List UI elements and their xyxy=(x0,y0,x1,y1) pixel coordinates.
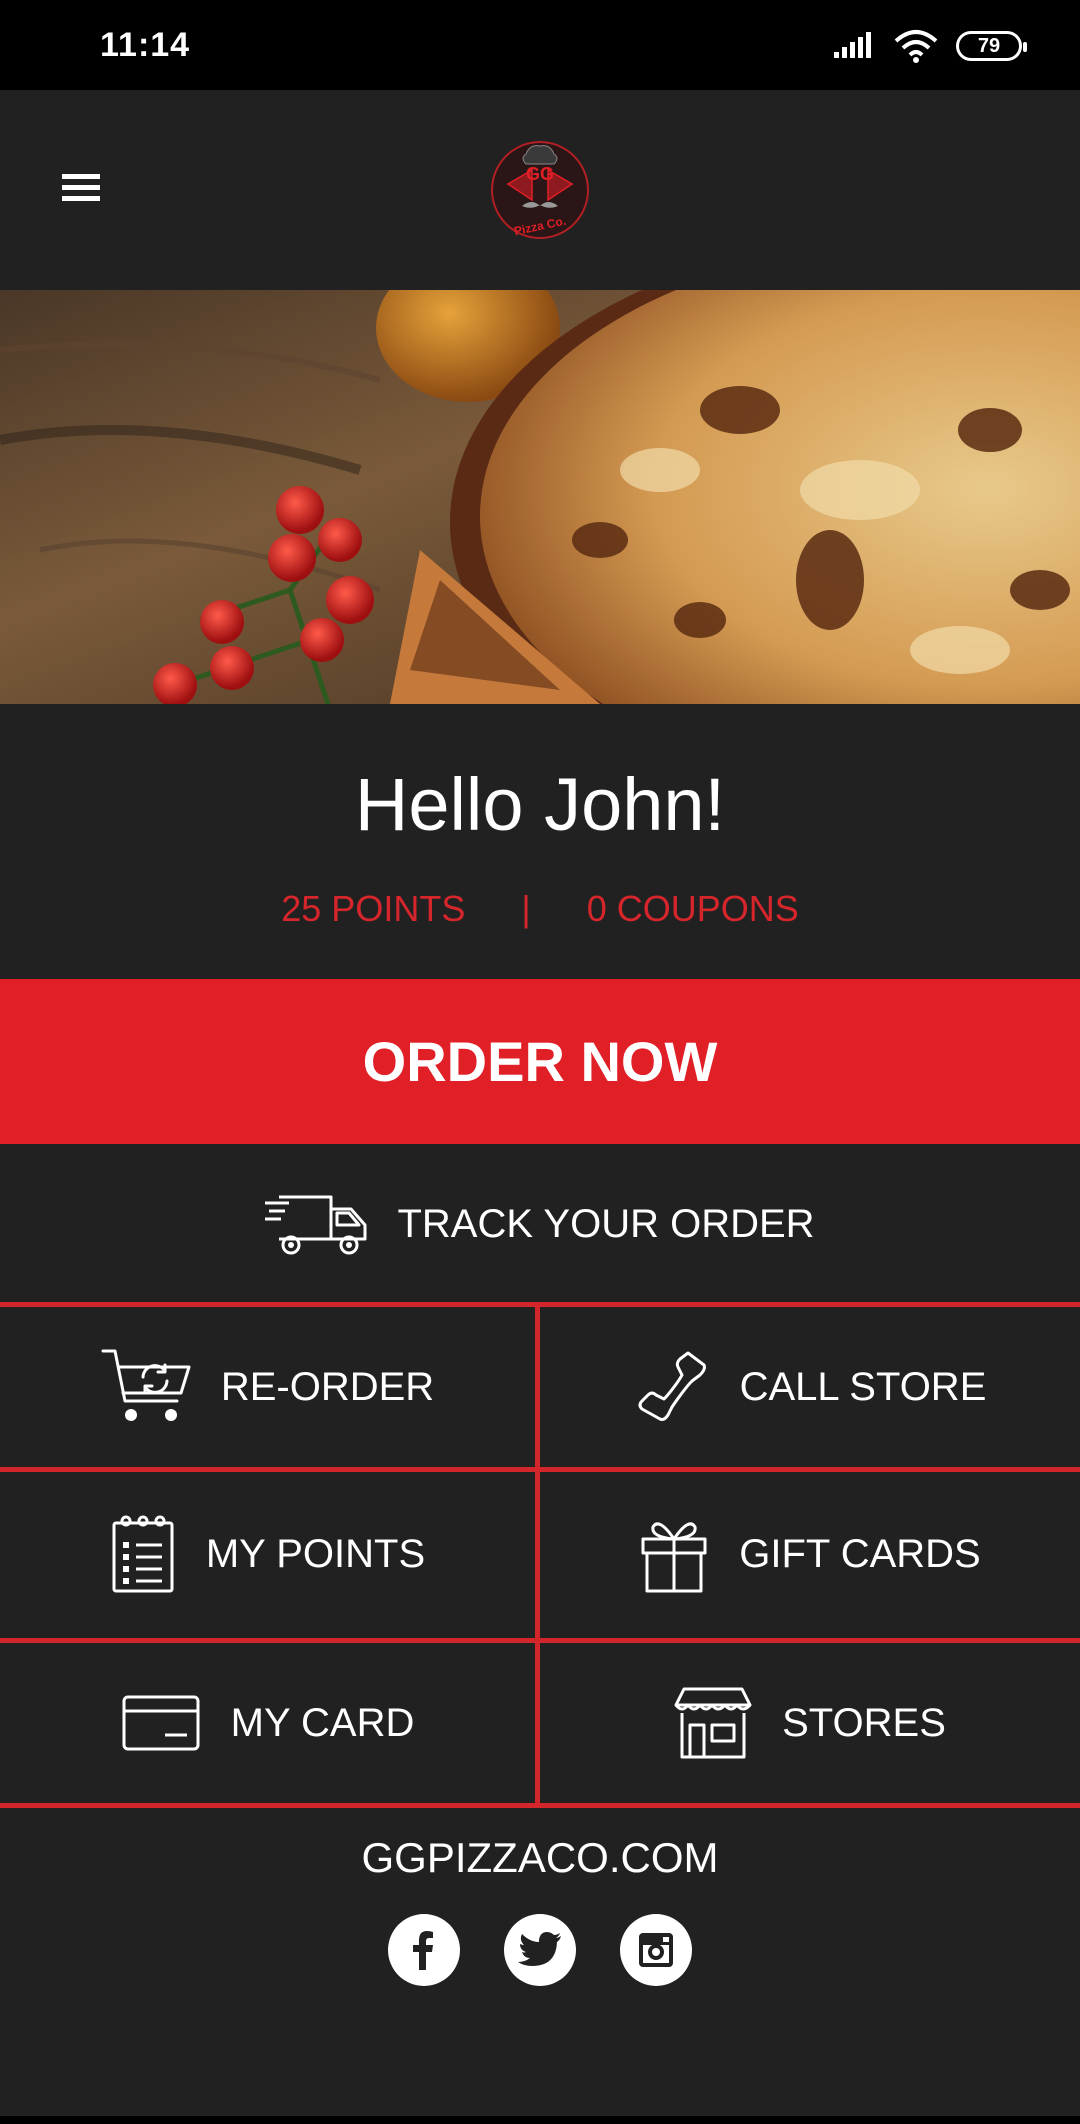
my-points-button[interactable]: MY POINTS xyxy=(0,1474,535,1634)
my-card-button[interactable]: MY CARD xyxy=(0,1643,535,1803)
greeting-title: Hello John! xyxy=(354,763,726,846)
gift-cards-button[interactable]: GIFT CARDS xyxy=(540,1474,1080,1634)
delivery-truck-icon xyxy=(265,1195,367,1255)
actions-grid: RE-ORDER CALL STORE MY POINTS GIFT CARDS… xyxy=(0,1302,1080,1808)
social-links xyxy=(0,1914,1080,1986)
track-order-label: TRACK YOUR ORDER xyxy=(397,1201,815,1246)
notepad-list-icon xyxy=(112,1515,174,1593)
website-link[interactable]: GGPIZZACO.COM xyxy=(0,1834,1080,1882)
status-icons: 79 xyxy=(834,28,1027,64)
credit-card-icon xyxy=(122,1695,200,1751)
coupons-count[interactable]: 0 COUPONS xyxy=(587,888,799,930)
status-bar: 11:14 79 xyxy=(0,0,1080,90)
stores-button[interactable]: STORES xyxy=(540,1643,1080,1803)
my-points-label: MY POINTS xyxy=(205,1531,426,1576)
reorder-label: RE-ORDER xyxy=(220,1364,435,1409)
order-now-button[interactable]: ORDER NOW xyxy=(0,979,1080,1144)
stores-label: STORES xyxy=(782,1700,946,1745)
grid-divider xyxy=(0,1467,1080,1472)
navigation-bar xyxy=(0,2116,1080,2124)
svg-text:GG: GG xyxy=(526,164,554,184)
rewards-summary: 25 POINTS | 0 COUPONS xyxy=(0,888,1080,930)
storefront-icon xyxy=(674,1687,752,1759)
grid-divider xyxy=(0,1803,1080,1808)
my-card-label: MY CARD xyxy=(230,1700,415,1745)
reorder-button[interactable]: RE-ORDER xyxy=(0,1307,535,1467)
signal-icon xyxy=(834,32,871,58)
app-header: GG Pizza Co. xyxy=(0,90,1080,290)
call-store-button[interactable]: CALL STORE xyxy=(540,1307,1080,1467)
stats-separator: | xyxy=(521,888,531,929)
pizza-hero-image xyxy=(0,290,1080,704)
points-count[interactable]: 25 POINTS xyxy=(281,888,465,930)
wifi-icon xyxy=(894,30,938,63)
facebook-icon[interactable] xyxy=(388,1914,460,1986)
call-store-label: CALL STORE xyxy=(739,1364,987,1409)
battery-icon: 79 xyxy=(956,31,1027,61)
gift-cards-label: GIFT CARDS xyxy=(739,1531,981,1576)
phone-icon xyxy=(638,1351,706,1421)
gift-icon xyxy=(641,1522,707,1593)
hamburger-menu-icon[interactable] xyxy=(58,170,108,210)
brand-logo: GG Pizza Co. xyxy=(488,134,592,246)
track-order-button[interactable]: TRACK YOUR ORDER xyxy=(0,1144,1080,1304)
cart-reorder-icon xyxy=(101,1349,191,1421)
twitter-icon[interactable] xyxy=(504,1914,576,1986)
status-time: 11:14 xyxy=(100,26,191,64)
battery-level: 79 xyxy=(977,34,1001,57)
instagram-icon[interactable] xyxy=(620,1914,692,1986)
